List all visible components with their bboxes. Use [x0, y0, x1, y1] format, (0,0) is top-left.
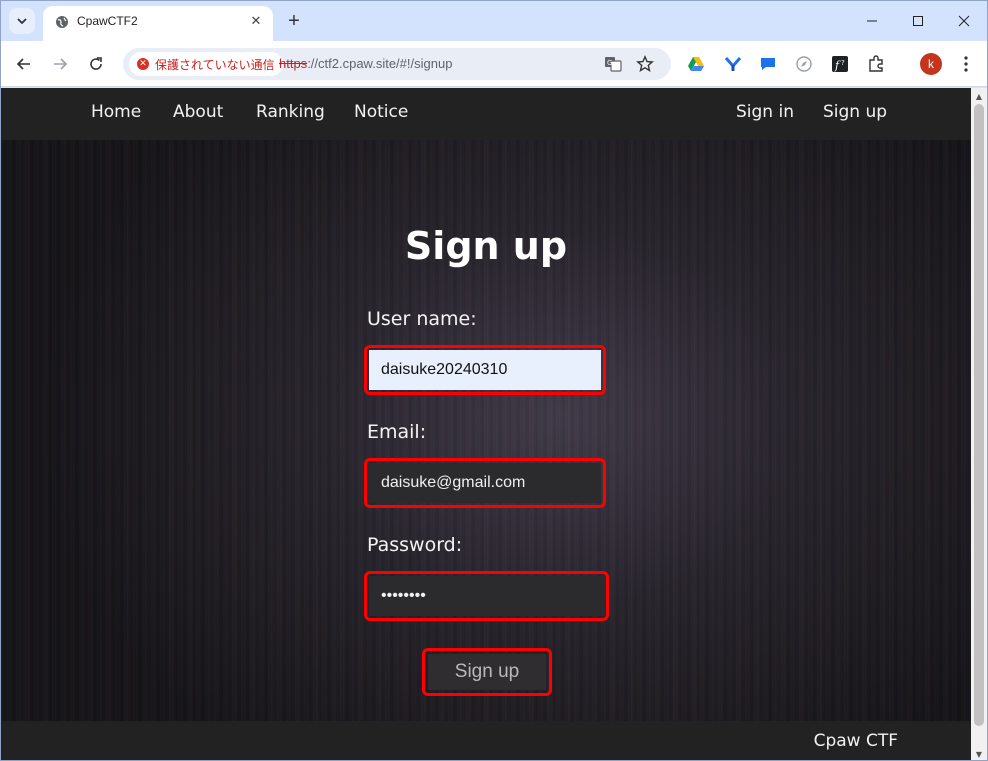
compass-extension[interactable]	[793, 53, 815, 75]
email-label: Email:	[367, 421, 427, 443]
maximize-button[interactable]	[895, 1, 941, 41]
address-bar[interactable]: ✕ 保護されていない通信 https://ctf2.cpaw.site/#!/s…	[123, 48, 671, 80]
username-highlight	[364, 345, 606, 395]
vertical-scrollbar[interactable]: ▲ ▼	[971, 88, 987, 760]
site-footer: Cpaw CTF	[1, 721, 971, 760]
scroll-up-arrow-icon[interactable]: ▲	[971, 88, 987, 104]
extensions-button[interactable]	[865, 53, 887, 75]
url-path: ://ctf2.cpaw.site/#!/signup	[307, 56, 453, 71]
submit-highlight: Sign up	[422, 648, 552, 696]
username-field[interactable]	[369, 350, 601, 390]
svg-text:?: ?	[841, 59, 845, 67]
chat-extension[interactable]	[757, 53, 779, 75]
browser-window: CpawCTF2 ✕ + ✕ 保護されていない通信 https://ctf2.c…	[0, 0, 988, 761]
site-navbar: Home About Ranking Notice Sign in Sign u…	[1, 88, 971, 140]
back-icon	[16, 58, 30, 70]
globe-icon	[56, 16, 68, 28]
tab-active[interactable]: CpawCTF2 ✕	[43, 6, 273, 41]
close-window-button[interactable]	[941, 1, 987, 41]
username-label: User name:	[367, 308, 477, 330]
reload-button[interactable]	[83, 51, 109, 77]
email-field[interactable]	[369, 463, 601, 503]
scroll-thumb[interactable]	[974, 104, 984, 726]
drive-extension[interactable]	[685, 53, 707, 75]
minimize-icon	[867, 20, 877, 22]
nav-about-link[interactable]: About	[173, 102, 223, 122]
browser-menu-button[interactable]	[955, 53, 977, 75]
page-title: Sign up	[404, 224, 568, 268]
security-label: 保護されていない通信	[155, 57, 275, 72]
nav-home-link[interactable]: Home	[91, 102, 141, 122]
url-text[interactable]: https://ctf2.cpaw.site/#!/signup	[279, 56, 452, 71]
minimize-button[interactable]	[849, 1, 895, 41]
browser-toolbar: ✕ 保護されていない通信 https://ctf2.cpaw.site/#!/s…	[1, 41, 987, 87]
puzzle-icon	[869, 55, 883, 72]
page-viewport: Home About Ranking Notice Sign in Sign u…	[1, 88, 971, 760]
insecure-warning-icon: ✕	[137, 58, 149, 70]
forward-button[interactable]	[47, 51, 73, 77]
password-label: Password:	[367, 534, 463, 556]
close-icon	[958, 15, 970, 27]
tab-search-icon	[17, 18, 27, 25]
nav-notice-link[interactable]: Notice	[354, 102, 408, 122]
drive-icon	[688, 57, 704, 71]
chat-icon	[761, 58, 775, 70]
tab-title: CpawCTF2	[77, 14, 138, 28]
profile-avatar[interactable]: k	[920, 53, 942, 75]
function-icon: f?	[832, 56, 848, 72]
extension-y-icon	[724, 57, 742, 71]
star-icon	[636, 55, 654, 72]
kebab-menu-icon	[964, 56, 968, 72]
back-button[interactable]	[11, 51, 37, 77]
email-highlight	[364, 458, 606, 508]
function-extension[interactable]: f?	[829, 53, 851, 75]
nav-signup-link[interactable]: Sign up	[823, 102, 887, 122]
scroll-down-arrow-icon[interactable]: ▼	[971, 746, 987, 760]
url-scheme: https	[279, 56, 308, 71]
tab-search-button[interactable]	[9, 8, 35, 34]
reload-icon	[90, 57, 102, 70]
tab-strip: CpawCTF2 ✕ +	[1, 1, 987, 41]
password-highlight	[364, 571, 609, 621]
password-field[interactable]	[369, 576, 604, 616]
y-extension[interactable]	[722, 53, 744, 75]
svg-text:G: G	[607, 59, 612, 67]
nav-signin-link[interactable]: Sign in	[736, 102, 794, 122]
new-tab-button[interactable]: +	[283, 10, 305, 32]
bookmark-star-button[interactable]	[635, 54, 655, 74]
signup-submit-button[interactable]: Sign up	[428, 654, 546, 690]
compass-icon	[796, 56, 812, 72]
translate-button[interactable]: G	[603, 54, 623, 74]
nav-ranking-link[interactable]: Ranking	[256, 102, 325, 122]
security-chip[interactable]: ✕ 保護されていない通信	[129, 52, 283, 76]
footer-brand: Cpaw CTF	[813, 731, 898, 751]
maximize-icon	[913, 16, 923, 26]
forward-icon	[54, 58, 68, 70]
translate-icon: G	[605, 57, 622, 72]
tab-close-button[interactable]: ✕	[247, 12, 265, 30]
